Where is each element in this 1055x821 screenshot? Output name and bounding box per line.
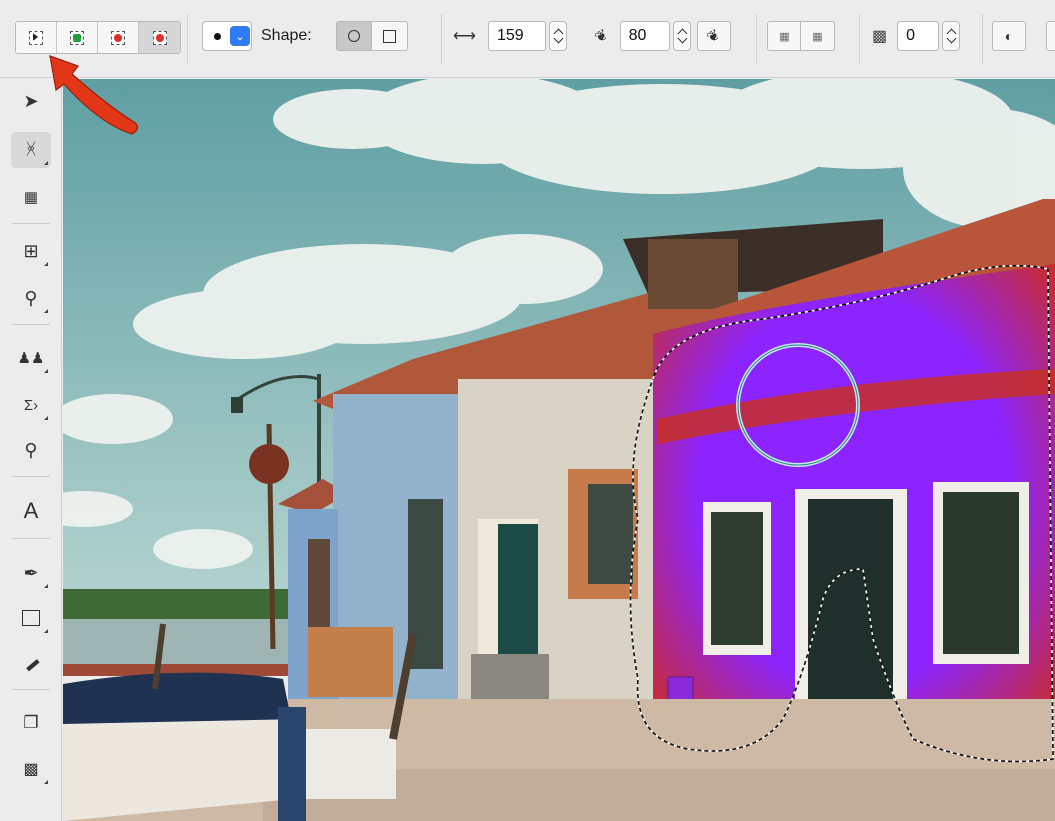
shape-label: Shape: xyxy=(261,27,312,44)
feather-icon: ❦ xyxy=(591,25,612,47)
transparency-icon: ▩ xyxy=(23,761,39,778)
toolbar-divider xyxy=(859,14,860,64)
toolbar-divider xyxy=(756,14,757,64)
crop-icon: ⊞ xyxy=(23,240,39,261)
chevron-down-icon: ⌄ xyxy=(230,26,250,46)
submenu-corner-icon xyxy=(44,309,48,313)
shape-segmented xyxy=(335,21,408,51)
size-input[interactable]: 159 xyxy=(487,21,546,51)
antialias-icon: ▦ xyxy=(779,30,789,43)
toolbar-divider xyxy=(441,14,442,64)
tool-dropper[interactable]: ⚲ xyxy=(11,432,51,468)
opacity-input[interactable]: 0 xyxy=(897,21,940,51)
toolbar-divider xyxy=(187,14,188,64)
red-annotation-arrow xyxy=(49,55,139,135)
lagoon xyxy=(63,619,293,669)
transparency-icon: ▩ xyxy=(872,28,888,45)
photo xyxy=(63,79,1055,821)
circle-shape-icon xyxy=(347,30,360,42)
feather-mode-button[interactable]: ❦ xyxy=(696,21,731,51)
tools-divider xyxy=(12,689,50,690)
tools-divider xyxy=(12,476,50,477)
tools-divider xyxy=(12,324,50,325)
submenu-corner-icon xyxy=(44,629,48,633)
submenu-corner-icon xyxy=(44,780,48,784)
select-add-icon xyxy=(70,30,84,45)
brush-size-icon: ⟷ xyxy=(453,28,476,45)
antialias-on-button[interactable]: ▦ xyxy=(767,21,801,51)
tool-crop[interactable]: ⊞ xyxy=(11,233,51,269)
text-tool-icon: A xyxy=(23,498,39,523)
brush-shape-group: ⌄ Shape: xyxy=(202,21,408,51)
rectangle-icon xyxy=(22,610,40,626)
eyedropper-icon: ⚲ xyxy=(24,439,38,460)
submenu-corner-icon xyxy=(44,584,48,588)
brush-preset-dropdown[interactable]: ⌄ xyxy=(202,21,252,51)
wood-pallets xyxy=(308,627,393,697)
effects-icon: Σ› xyxy=(23,396,39,414)
tool-zoom[interactable]: ⚲ xyxy=(11,280,51,316)
submenu-corner-icon xyxy=(44,161,48,165)
arrange-icon: ❐ xyxy=(23,713,39,732)
square-shape-icon xyxy=(382,29,396,43)
aliased-icon: ▦ xyxy=(812,30,823,43)
tool-clone[interactable]: ♟♟ xyxy=(11,340,51,376)
feather-group: ❦ 80 ❦ xyxy=(592,21,731,51)
arrow-cursor-icon: ➤ xyxy=(23,90,39,111)
image-canvas[interactable] xyxy=(63,79,1055,821)
feather-icon: ❦ xyxy=(704,25,724,47)
submenu-corner-icon xyxy=(44,262,48,266)
tool-transparency[interactable]: ▩ xyxy=(11,751,51,787)
submenu-corner-icon xyxy=(44,369,48,373)
mirror-icon: ◐ xyxy=(1004,28,1014,44)
distant-trees xyxy=(63,589,293,621)
tool-rectangle[interactable] xyxy=(11,600,51,636)
mirror-button[interactable]: ◐ xyxy=(992,21,1026,51)
zoom-icon: ⚲ xyxy=(24,287,38,308)
buoy-ball xyxy=(249,444,289,484)
shape-ellipse-button[interactable] xyxy=(335,21,372,51)
lasso-icon: ᚸ xyxy=(26,141,36,158)
size-group: ⟷ 159 xyxy=(453,21,567,51)
antialias-group: ▦ ▦ xyxy=(767,21,835,51)
marquee-icon: ▦ xyxy=(23,189,39,206)
clone-stamp-icon: ♟♟ xyxy=(17,350,45,367)
photo-editor-window: ⌄ Shape: ⟷ 159 ❦ 80 ❦ ▦ ▦ ▩ 0 ◐ ➤ ᚸ ▦ ⊞ … xyxy=(0,0,1055,821)
tools-panel: ➤ ᚸ ▦ ⊞ ⚲ ♟♟ Σ› ⚲ A ✒ ▬ ❐ ▩ xyxy=(0,78,62,821)
brush-dot-icon xyxy=(214,32,221,40)
opacity-stepper[interactable] xyxy=(942,21,961,51)
tool-eraser[interactable]: ▬ xyxy=(11,645,51,681)
antialias-off-button[interactable]: ▦ xyxy=(801,21,835,51)
tools-divider xyxy=(12,538,50,539)
eraser-icon: ▬ xyxy=(20,652,42,674)
tool-options-bar: ⌄ Shape: ⟷ 159 ❦ 80 ❦ ▦ ▦ ▩ 0 ◐ xyxy=(0,0,1055,78)
tools-divider xyxy=(12,223,50,224)
select-subtract-icon xyxy=(111,30,125,45)
tool-pen[interactable]: ✒ xyxy=(11,555,51,591)
submenu-corner-icon xyxy=(44,416,48,420)
feather-stepper[interactable] xyxy=(672,21,691,51)
toolbar-divider xyxy=(982,14,983,64)
tool-text[interactable]: A xyxy=(11,493,51,529)
size-stepper[interactable] xyxy=(548,21,567,51)
feather-input[interactable]: 80 xyxy=(619,21,670,51)
more-options-button[interactable] xyxy=(1046,21,1055,51)
select-replace-icon xyxy=(29,30,43,45)
select-intersect-icon xyxy=(152,30,167,45)
tool-layers-order[interactable]: ❐ xyxy=(11,705,51,741)
shape-rectangle-button[interactable] xyxy=(371,21,408,51)
pen-icon: ✒ xyxy=(23,562,39,583)
tool-marquee[interactable]: ▦ xyxy=(11,179,51,215)
opacity-group: ▩ 0 xyxy=(872,21,961,51)
mirror-group: ◐ xyxy=(992,21,1055,51)
tool-effects[interactable]: Σ› xyxy=(11,387,51,423)
